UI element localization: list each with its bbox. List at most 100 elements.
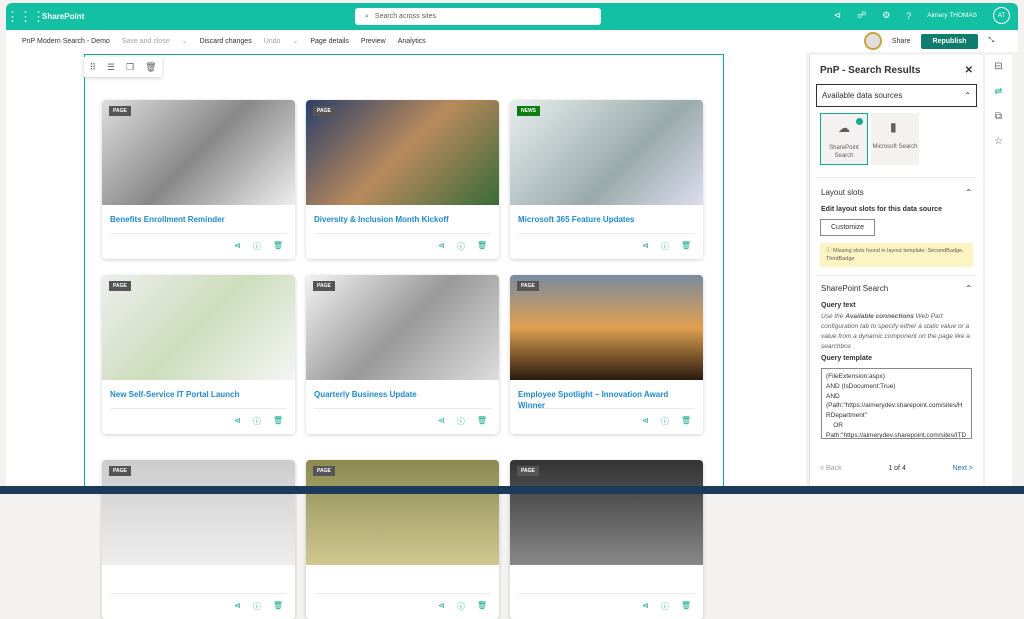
drag-handle-icon[interactable]: ⠿ [89,62,96,73]
gear-icon[interactable]: ⚙ [882,10,890,21]
delete-icon[interactable]: 🗑 [681,601,691,612]
card-badge: PAGE [517,281,539,291]
webpart-toolbar: ⠿ ☰ ❐ 🗑 [84,57,162,77]
card-thumbnail: PAGE [510,275,703,380]
app-name[interactable]: SharePoint [42,12,84,21]
people-icon[interactable]: ☍ [857,10,866,21]
card-title[interactable] [102,565,295,593]
delete-icon[interactable]: 🗑 [145,62,156,73]
info-icon[interactable]: ⓘ [253,241,261,252]
card-title[interactable]: Quarterly Business Update [306,380,499,408]
chevron-down-icon[interactable]: ⌄ [182,37,188,45]
megaphone-icon[interactable]: ⊲ [234,241,241,252]
megaphone-icon[interactable]: ⊲ [438,601,445,612]
republish-button[interactable]: Republish [920,33,979,49]
info-icon[interactable]: ⓘ [661,241,669,252]
card-title[interactable]: Microsoft 365 Feature Updates [510,205,703,233]
datasource-microsoft[interactable]: ▮ Microsoft Search [871,113,919,165]
info-icon[interactable]: ⓘ [661,416,669,427]
result-card[interactable]: PAGE Employee Spotlight – Innovation Awa… [510,275,703,434]
result-card[interactable]: PAGE ⊲ ⓘ 🗑 [102,460,295,619]
result-card[interactable]: PAGE ⊲ ⓘ 🗑 [510,460,703,619]
info-icon[interactable]: ⓘ [253,416,261,427]
delete-icon[interactable]: 🗑 [273,601,283,612]
info-icon[interactable]: ⓘ [253,601,261,612]
next-button[interactable]: Next > [953,465,973,472]
card-badge: PAGE [109,281,131,291]
info-icon[interactable]: ⓘ [457,241,465,252]
result-card[interactable]: PAGE Benefits Enrollment Reminder ⊲ ⓘ 🗑 [102,100,295,259]
info-icon[interactable]: ⓘ [457,416,465,427]
result-card[interactable]: PAGE ⊲ ⓘ 🗑 [306,460,499,619]
page-details-button[interactable]: Page details [310,38,349,45]
card-thumbnail: PAGE [510,460,703,565]
query-template-label: Query template [821,355,872,362]
data-sources-header[interactable]: Available data sources ⌃ [816,84,977,107]
share-button[interactable]: Share [892,38,911,45]
layout-slots-header[interactable]: Layout slots ⌃ [816,178,977,203]
discard-button[interactable]: Discard changes [200,38,252,45]
delete-icon[interactable]: 🗑 [681,241,691,252]
design-icon[interactable]: ⧉ [995,111,1002,122]
undo-button[interactable]: Undo [264,38,281,45]
chevron-down-icon[interactable]: ⌄ [292,37,298,45]
delete-icon[interactable]: 🗑 [273,416,283,427]
card-title[interactable] [510,565,703,593]
chevron-up-icon: ⌃ [965,284,972,293]
card-badge: PAGE [313,281,335,291]
megaphone-icon[interactable]: ⊲ [438,416,445,427]
customize-button[interactable]: Customize [820,219,876,236]
page-indicator: 1 of 4 [888,465,906,472]
star-icon[interactable]: ☆ [994,136,1003,147]
megaphone-icon[interactable]: ⊲ [642,601,649,612]
warning-text: Missing slots found in layout template: … [826,248,964,262]
toolbox-icon[interactable]: ⊟ [994,61,1002,72]
collapse-icon[interactable]: ⤡ [988,37,994,45]
megaphone-icon[interactable]: ⊲ [642,416,649,427]
info-icon[interactable]: ⓘ [661,601,669,612]
search-input[interactable]: ⌕ Search across sites [355,8,601,25]
megaphone-icon[interactable]: ⊲ [438,241,445,252]
help-icon[interactable]: ? [906,11,911,21]
card-thumbnail: PAGE [306,100,499,205]
card-title[interactable]: Employee Spotlight – Innovation Award Wi… [510,380,703,410]
card-title[interactable]: Benefits Enrollment Reminder [102,205,295,233]
delete-icon[interactable]: 🗑 [477,416,487,427]
delete-icon[interactable]: 🗑 [681,416,691,427]
save-button[interactable]: Save and close [122,38,170,45]
result-card[interactable]: NEWS Microsoft 365 Feature Updates ⊲ ⓘ 🗑 [510,100,703,259]
megaphone-icon[interactable]: ⊲ [834,10,842,21]
card-title[interactable] [306,565,499,593]
presence-avatar[interactable] [863,32,882,50]
sharepoint-icon: ☁ [838,121,850,135]
query-text-label: Query text [821,302,856,309]
delete-icon[interactable]: 🗑 [273,241,283,252]
edit-properties-icon[interactable]: ☰ [107,62,115,73]
query-text-help: Use the Available connections Web Part c… [821,313,970,350]
close-icon[interactable]: ✕ [965,65,973,76]
section-title: SharePoint Search [821,284,889,293]
result-card[interactable]: PAGE Quarterly Business Update ⊲ ⓘ 🗑 [306,275,499,434]
delete-icon[interactable]: 🗑 [477,601,487,612]
info-icon[interactable]: ⓘ [457,601,465,612]
query-template-input[interactable]: (FileExtension:aspx) AND (IsDocument:Tru… [821,368,972,439]
megaphone-icon[interactable]: ⊲ [234,601,241,612]
app-launcher-icon[interactable]: ⋮⋮⋮ [6,9,45,25]
result-card[interactable]: PAGE Diversity & Inclusion Month Kickoff… [306,100,499,259]
search-placeholder: Search across sites [374,13,437,20]
preview-button[interactable]: Preview [361,38,386,45]
sharepoint-search-header[interactable]: SharePoint Search ⌃ [816,276,977,299]
analytics-button[interactable]: Analytics [398,38,426,45]
avatar[interactable]: AT [993,7,1010,24]
result-card[interactable]: PAGE New Self-Service IT Portal Launch ⊲… [102,275,295,434]
megaphone-icon[interactable]: ⊲ [642,241,649,252]
properties-icon[interactable]: ⇌ [994,86,1002,97]
back-button[interactable]: < Back [820,465,842,472]
section-title: Layout slots [821,188,864,197]
delete-icon[interactable]: 🗑 [477,241,487,252]
duplicate-icon[interactable]: ❐ [126,62,134,73]
card-title[interactable]: New Self-Service IT Portal Launch [102,380,295,408]
datasource-sharepoint[interactable]: ☁ SharePoint Search [820,113,868,165]
megaphone-icon[interactable]: ⊲ [234,416,241,427]
card-title[interactable]: Diversity & Inclusion Month Kickoff [306,205,499,233]
